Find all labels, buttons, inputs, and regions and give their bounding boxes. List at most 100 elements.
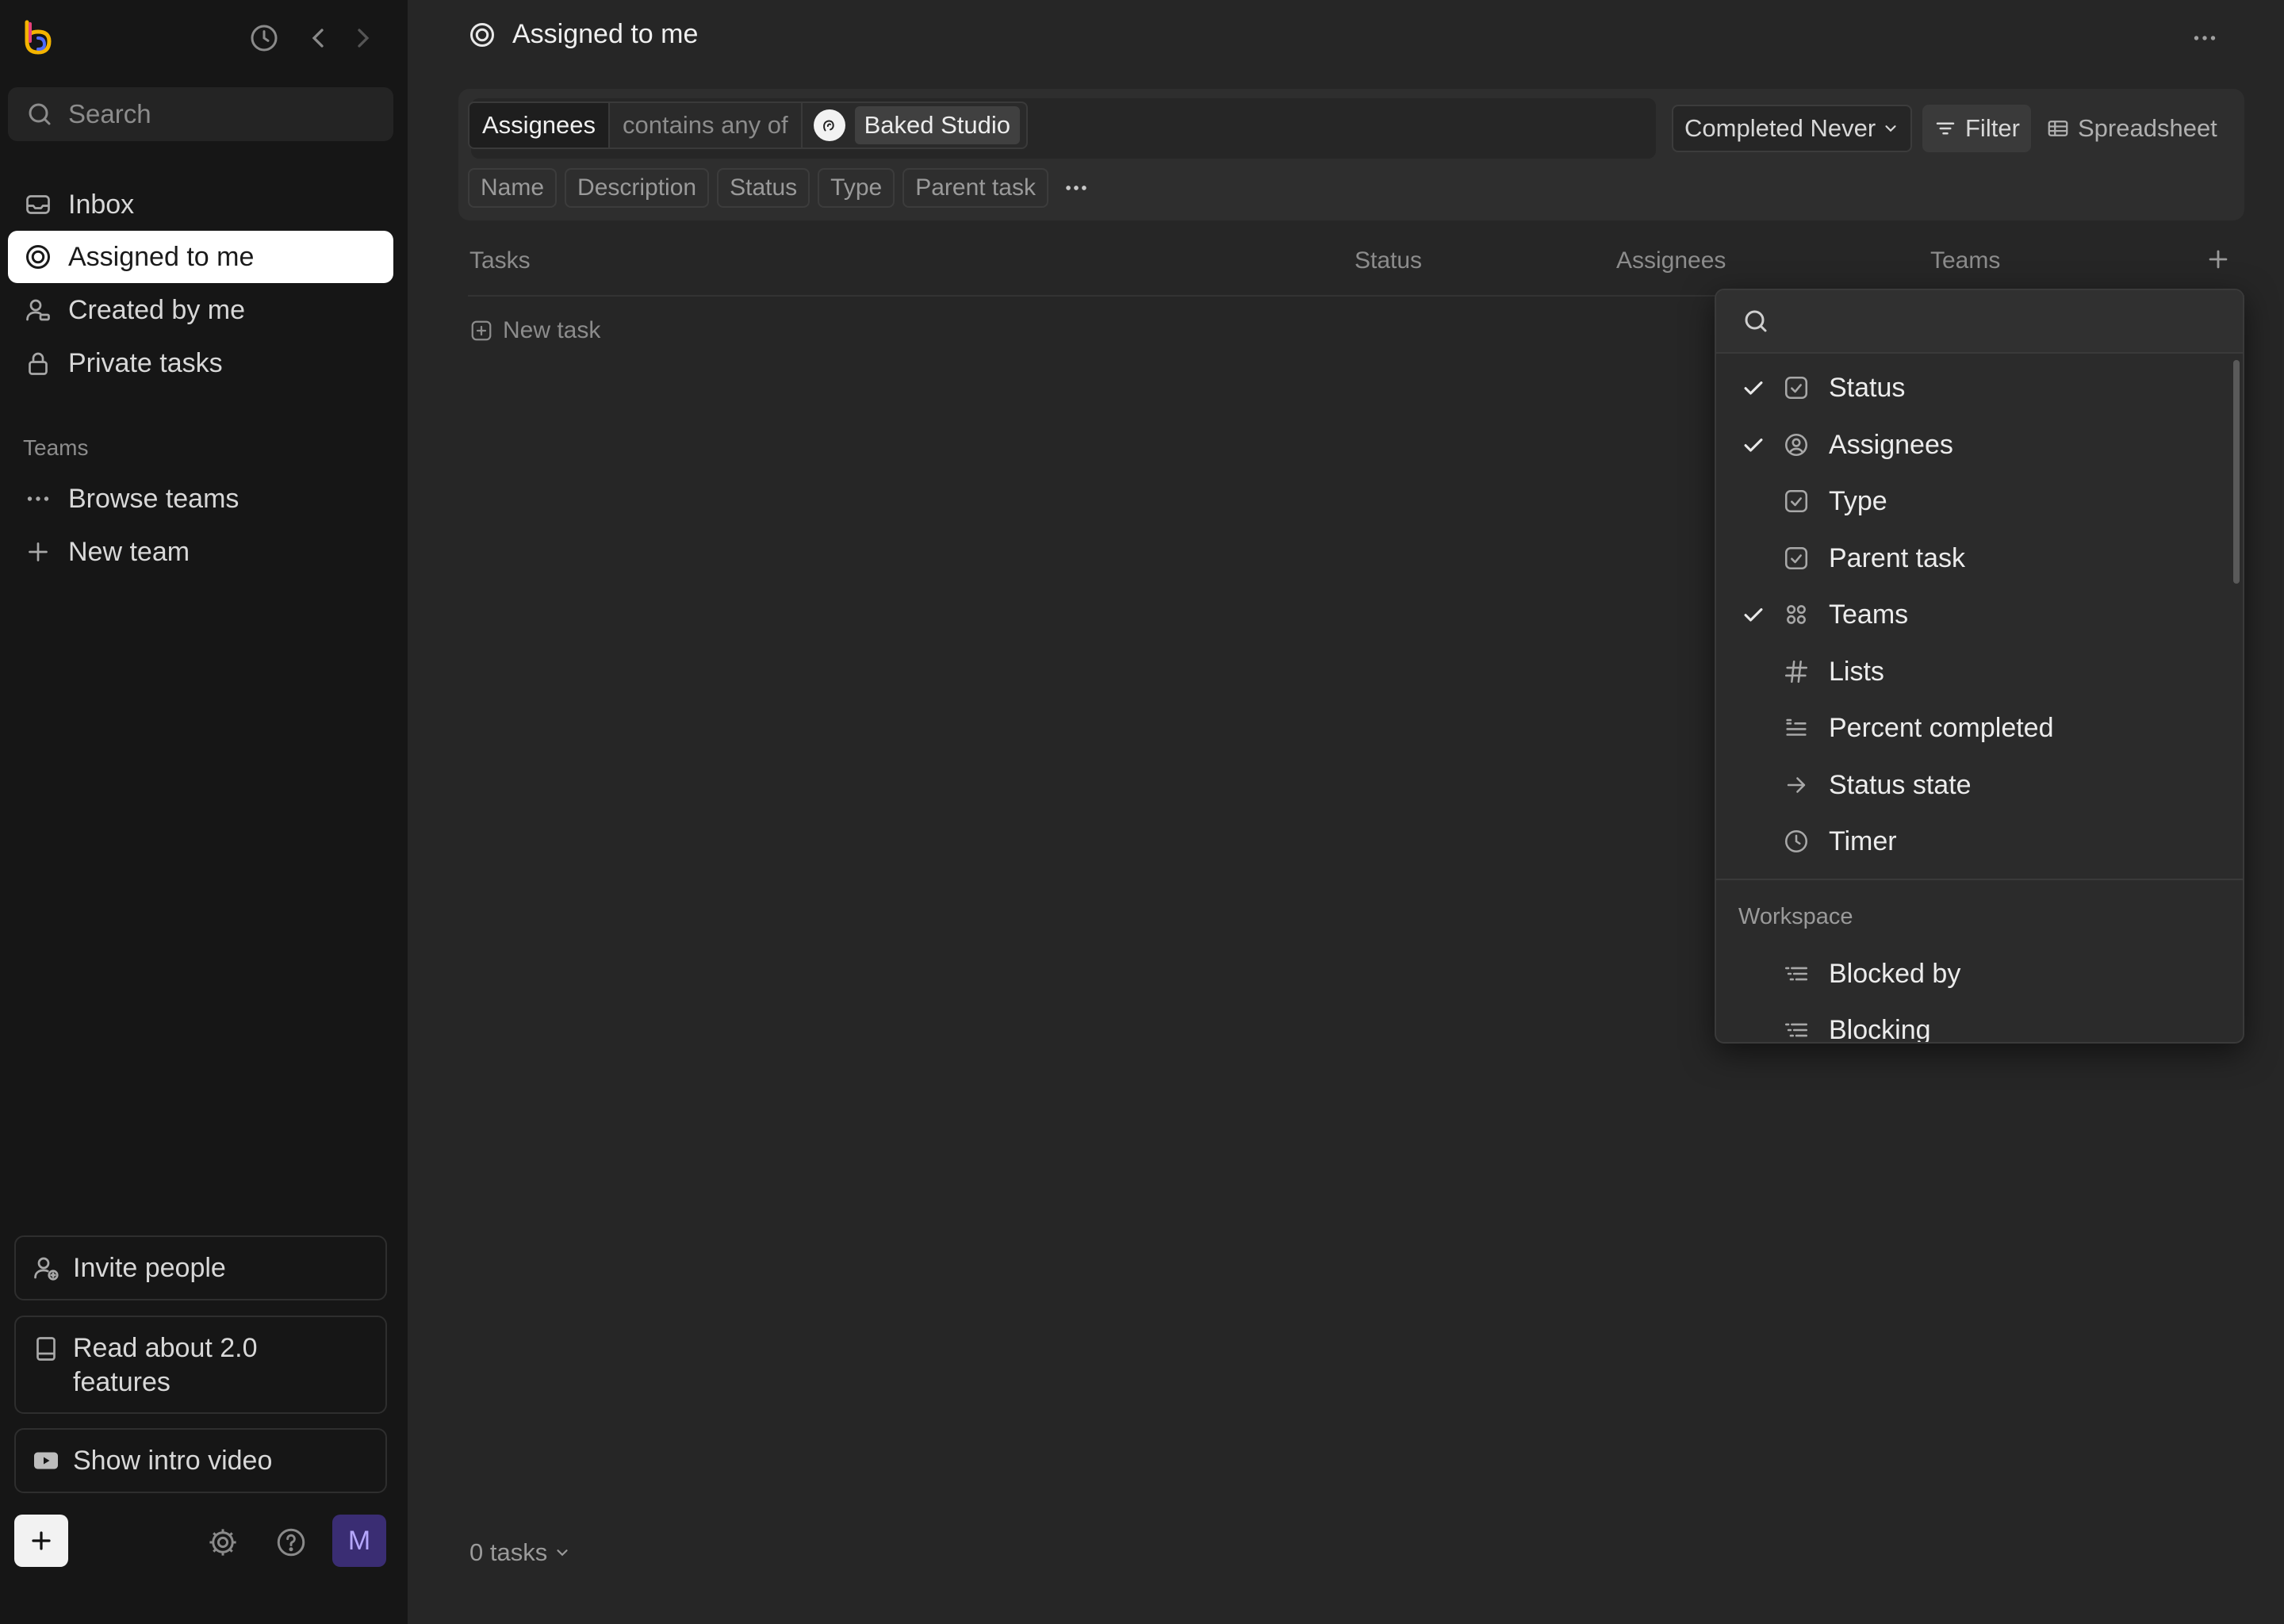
chevron-down-icon — [1885, 125, 1896, 132]
filter-operator[interactable]: contains any of — [608, 103, 801, 147]
filter-button-label: Filter — [1965, 114, 2020, 142]
inbox-icon — [26, 195, 50, 214]
checkmark-icon — [1744, 381, 1763, 395]
column-option-timer[interactable]: Timer — [1716, 815, 2224, 868]
filter-value[interactable]: Baked Studio — [800, 103, 1026, 147]
filter-value-chip: Baked Studio — [854, 106, 1020, 144]
arrow-right-icon — [1787, 777, 1806, 793]
column-option-status[interactable]: Status — [1716, 362, 2224, 414]
column-option-type[interactable]: Type — [1716, 475, 2224, 527]
column-option-blocking[interactable]: Blocking — [1716, 1004, 2224, 1044]
text-lines-icon — [1786, 718, 1807, 736]
nav-new-team[interactable]: New team — [8, 526, 393, 578]
column-header-assignees[interactable]: Assignees — [1616, 247, 1726, 274]
user-circle-icon — [1784, 433, 1808, 457]
more-columns-icon[interactable] — [1063, 174, 1090, 201]
invite-people-button[interactable]: Invite people — [14, 1235, 387, 1300]
task-count-button[interactable]: 0 tasks — [469, 1538, 571, 1567]
column-tag[interactable]: Parent task — [902, 168, 1048, 208]
teams-section-label: Teams — [23, 435, 89, 460]
column-option-assignees[interactable]: Assignees — [1716, 419, 2224, 471]
filter-lines-icon — [1936, 122, 1955, 135]
dropdown-search[interactable] — [1716, 290, 2243, 354]
settings-gear-icon[interactable] — [206, 1526, 240, 1559]
plus-icon — [32, 1531, 51, 1550]
video-play-icon — [34, 1452, 58, 1469]
user-avatar[interactable]: M — [332, 1515, 386, 1567]
nav-private-tasks[interactable]: Private tasks — [8, 337, 393, 389]
new-task-label: New task — [503, 317, 601, 343]
page-title-text: Assigned to me — [512, 19, 699, 49]
app-logo — [21, 17, 56, 59]
page-title: Assigned to me — [468, 19, 698, 50]
sidebar: Search Inbox Assigned to me Created by m… — [0, 0, 408, 1624]
help-icon[interactable] — [274, 1526, 308, 1559]
column-option-status-state[interactable]: Status state — [1716, 759, 2224, 811]
column-option-parent-task[interactable]: Parent task — [1716, 532, 2224, 584]
nav-assigned-label: Assigned to me — [68, 241, 255, 272]
column-option-teams[interactable]: Teams — [1716, 588, 2224, 641]
dropdown-search-input[interactable] — [1783, 306, 2243, 336]
nav-created-by-me[interactable]: Created by me — [8, 284, 393, 336]
column-option-label: Blocking — [1829, 1014, 1931, 1044]
filter-condition[interactable]: Assignees contains any of Baked Studio — [468, 102, 1028, 149]
organization-logo-icon — [813, 109, 845, 141]
nav-inbox-label: Inbox — [68, 189, 135, 220]
column-header-tasks[interactable]: Tasks — [469, 247, 531, 274]
user-icon — [26, 299, 50, 321]
visible-columns-bar: Name Description Status Type Parent task — [468, 168, 1090, 208]
back-arrow-icon[interactable] — [302, 22, 334, 54]
more-options-icon[interactable] — [2190, 24, 2219, 52]
checkbox-icon — [1784, 546, 1808, 570]
column-option-label: Teams — [1829, 599, 1909, 630]
dropdown-divider — [1716, 879, 2243, 880]
column-option-blocked-by[interactable]: Blocked by — [1716, 948, 2224, 1000]
spreadsheet-view-button[interactable]: Spreadsheet — [2035, 105, 2228, 152]
search-icon — [1745, 310, 1767, 332]
nav-private-label: Private tasks — [68, 347, 223, 378]
nav-assigned-to-me[interactable]: Assigned to me — [8, 231, 393, 283]
table-icon — [2048, 121, 2068, 136]
column-tag[interactable]: Name — [468, 168, 558, 208]
intro-video-label: Show intro video — [73, 1445, 273, 1476]
checkmark-icon — [1744, 608, 1763, 622]
forward-arrow-icon[interactable] — [347, 22, 379, 54]
column-option-label: Timer — [1829, 825, 1897, 856]
dropdown-scrollbar[interactable] — [2233, 360, 2240, 584]
nav-new-team-label: New team — [68, 536, 190, 567]
filter-field[interactable]: Assignees — [469, 103, 609, 147]
new-task-button[interactable]: New task — [469, 317, 600, 344]
column-tag[interactable]: Type — [818, 168, 895, 208]
list-icon — [1784, 967, 1808, 981]
task-count-label: 0 tasks — [469, 1538, 548, 1566]
column-header-status[interactable]: Status — [1355, 247, 1422, 274]
sidebar-search[interactable]: Search — [8, 87, 393, 141]
add-column-icon[interactable] — [2205, 246, 2232, 273]
hash-icon — [1784, 660, 1808, 684]
column-option-label: Status — [1829, 372, 1906, 403]
search-placeholder: Search — [68, 99, 151, 128]
target-icon — [470, 22, 494, 47]
chevron-down-icon — [557, 1549, 568, 1557]
column-option-lists[interactable]: Lists — [1716, 645, 2224, 698]
history-icon[interactable] — [248, 22, 280, 54]
nav-browse-teams[interactable]: Browse teams — [8, 473, 393, 525]
column-header-teams[interactable]: Teams — [1930, 247, 2000, 274]
filter-button[interactable]: Filter — [1922, 105, 2031, 152]
intro-video-button[interactable]: Show intro video — [14, 1428, 387, 1493]
column-option-label: Parent task — [1829, 542, 1965, 573]
read-features-button[interactable]: Read about 2.0 features — [14, 1316, 387, 1414]
user-plus-icon — [34, 1257, 59, 1281]
workspace-section-label: Workspace — [1738, 904, 1853, 929]
column-tag[interactable]: Description — [565, 168, 710, 208]
completed-filter-button[interactable]: Completed Never — [1672, 105, 1913, 152]
column-option-label: Lists — [1829, 656, 1884, 687]
nav-inbox[interactable]: Inbox — [8, 178, 393, 231]
column-option-label: Blocked by — [1829, 958, 1961, 989]
column-tag[interactable]: Status — [717, 168, 811, 208]
checkbox-icon — [1784, 489, 1808, 513]
create-button[interactable] — [14, 1515, 68, 1567]
column-option-label: Percent completed — [1829, 712, 2054, 743]
spreadsheet-view-label: Spreadsheet — [2078, 114, 2217, 142]
column-option-percent-completed[interactable]: Percent completed — [1716, 702, 2224, 754]
